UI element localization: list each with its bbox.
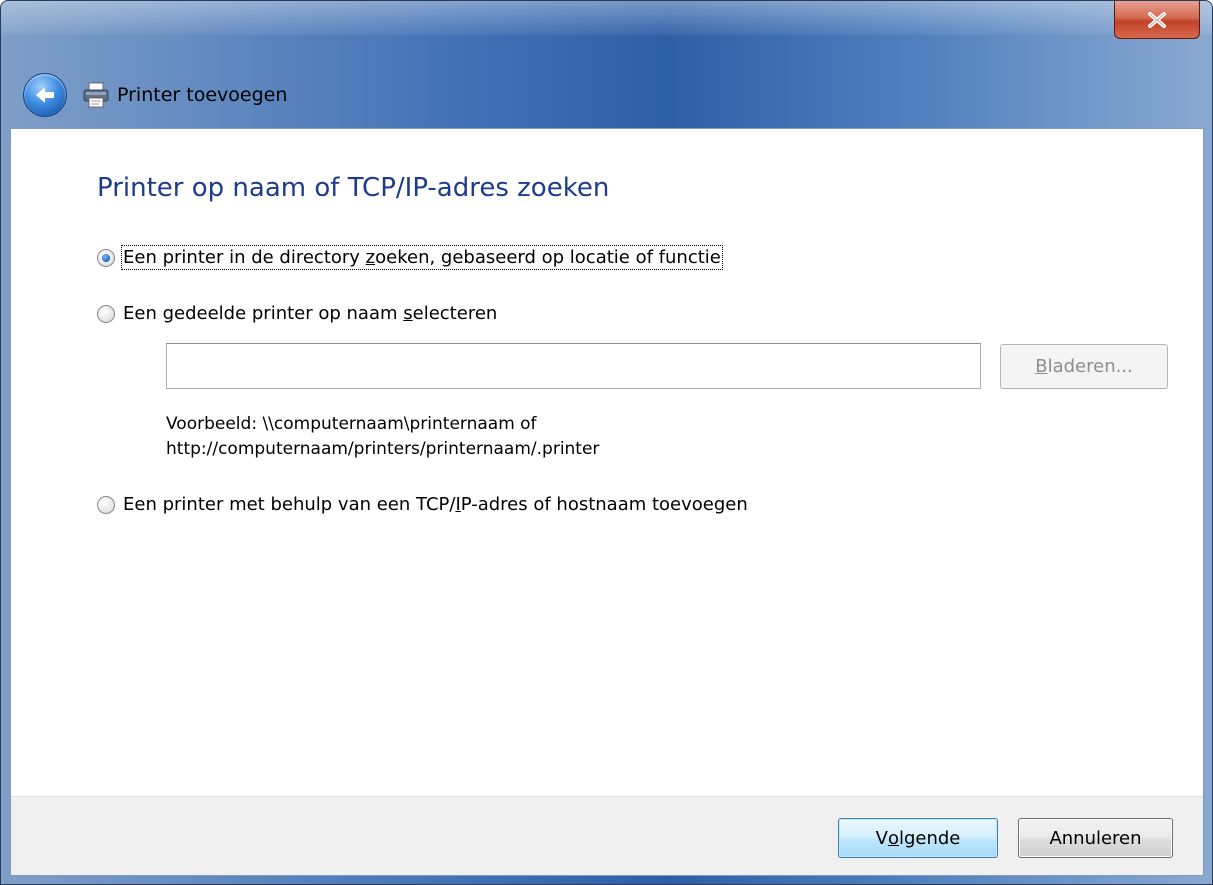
back-arrow-icon <box>36 87 54 103</box>
option-select-shared-printer-label: Een gedeelde printer op naam selecteren <box>123 303 498 324</box>
radio-selected-dot <box>102 253 110 262</box>
example-line-2: http://computernaam/printers/printernaam… <box>166 439 600 459</box>
window-title: Printer toevoegen <box>117 84 288 106</box>
close-icon <box>1148 11 1166 28</box>
printer-icon <box>81 80 111 110</box>
title-bar <box>1 1 1212 35</box>
back-button[interactable] <box>23 73 67 117</box>
radio-select-shared-printer[interactable] <box>97 304 115 323</box>
example-text: Voorbeeld: \\computernaam\printernaam of… <box>166 412 599 462</box>
cancel-button[interactable]: Annuleren <box>1018 818 1173 858</box>
close-button[interactable] <box>1114 1 1200 39</box>
option-find-in-directory[interactable]: Een printer in de directory zoeken, geba… <box>97 245 723 270</box>
navigation-bar: Printer toevoegen <box>23 73 287 117</box>
radio-find-in-directory[interactable] <box>97 248 115 267</box>
option-find-in-directory-label: Een printer in de directory zoeken, geba… <box>121 245 723 270</box>
radio-add-by-tcpip[interactable] <box>97 495 115 514</box>
browse-button[interactable]: Bladeren... <box>1000 344 1168 389</box>
page-title: Printer op naam of TCP/IP-adres zoeken <box>97 173 610 203</box>
option-select-shared-printer[interactable]: Een gedeelde printer op naam selecteren <box>97 303 497 324</box>
button-bar: Vo lgende Annuleren <box>11 796 1203 875</box>
add-printer-window: Printer toevoegen Printer op naam of TCP… <box>0 0 1213 885</box>
next-button[interactable]: Vo lgende <box>838 818 998 858</box>
example-line-1: Voorbeeld: \\computernaam\printernaam of <box>166 414 537 434</box>
shared-printer-path-input[interactable] <box>166 343 981 389</box>
option-add-by-tcpip-label: Een printer met behulp van een TCP/IP-ad… <box>123 494 748 515</box>
wizard-page: Printer op naam of TCP/IP-adres zoeken E… <box>10 128 1204 876</box>
option-add-by-tcpip[interactable]: Een printer met behulp van een TCP/IP-ad… <box>97 494 748 515</box>
